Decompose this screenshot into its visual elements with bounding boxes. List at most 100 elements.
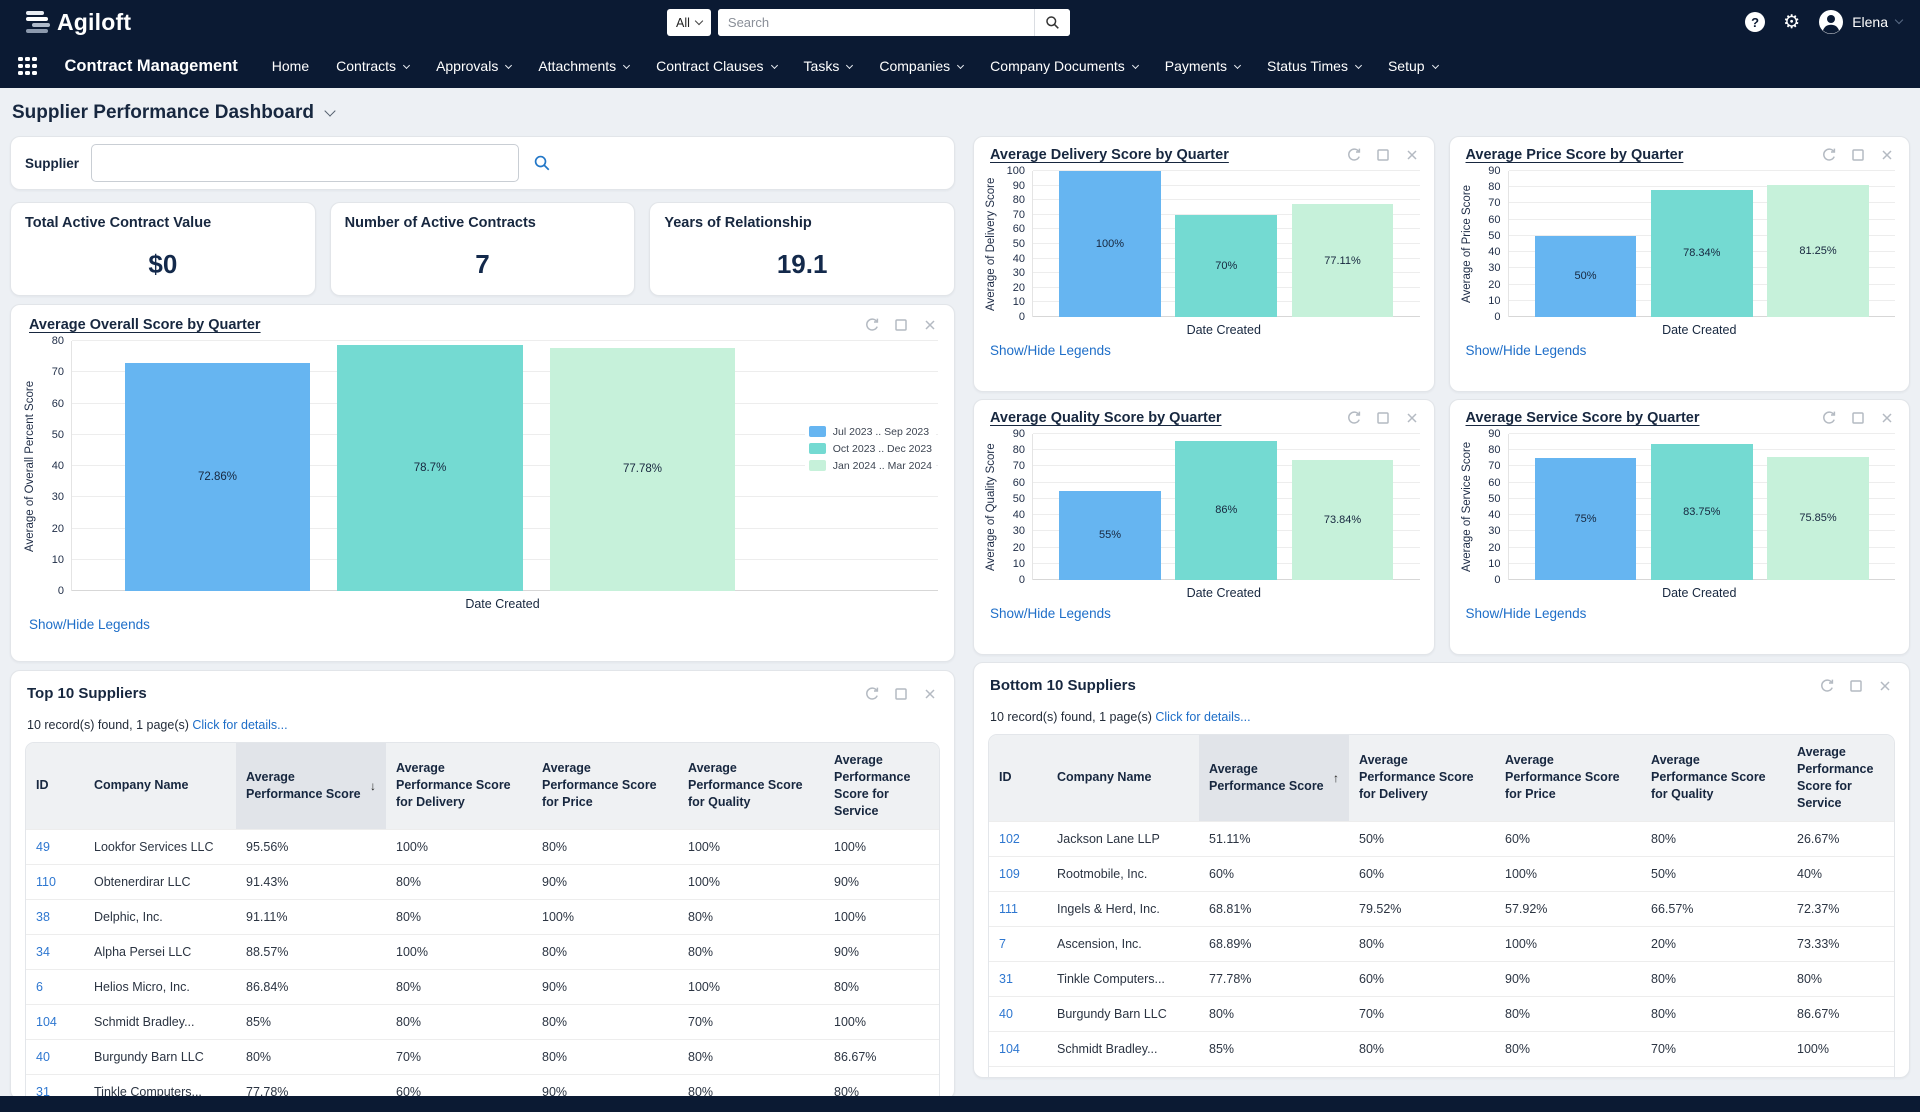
nav-item-attachments[interactable]: Attachments (538, 58, 629, 74)
nav-item-companies[interactable]: Companies (879, 58, 963, 74)
app-grid-icon[interactable] (18, 57, 37, 76)
refresh-icon[interactable] (864, 686, 880, 702)
close-icon[interactable] (1879, 410, 1895, 426)
table-row[interactable]: 49Lookfor Services LLC95.56%100%80%100%1… (26, 829, 939, 864)
refresh-icon[interactable] (1346, 410, 1362, 426)
show-hide-legends-link[interactable]: Show/Hide Legends (29, 617, 150, 632)
refresh-icon[interactable] (1346, 147, 1362, 163)
user-menu[interactable]: Elena (1818, 9, 1902, 35)
refresh-icon[interactable] (1821, 147, 1837, 163)
help-icon[interactable]: ? (1745, 12, 1765, 32)
bar-jul-2023-sep-2023[interactable]: 100% (1059, 171, 1161, 317)
row-id-link[interactable]: 102 (989, 822, 1047, 856)
legend-item[interactable]: Oct 2023 .. Dec 2023 (809, 443, 932, 455)
column-header-3[interactable]: Average Performance Score for Delivery (386, 743, 532, 829)
bar-oct-2023-dec-2023[interactable]: 78.7% (337, 345, 523, 591)
click-for-details-link[interactable]: Click for details... (1155, 710, 1250, 724)
row-id-link[interactable]: 104 (989, 1032, 1047, 1066)
supplier-search-button[interactable] (533, 154, 551, 172)
search-input[interactable] (718, 9, 1034, 36)
column-header-1[interactable]: Company Name (1047, 735, 1199, 821)
close-icon[interactable] (1404, 147, 1420, 163)
bar-jan-2024-mar-2024[interactable]: 77.11% (1292, 204, 1394, 317)
row-id-link[interactable]: 38 (26, 900, 84, 934)
supplier-filter-input[interactable] (91, 144, 519, 182)
row-id-link[interactable]: 110 (26, 865, 84, 899)
table-row[interactable]: 31Tinkle Computers...77.78%60%90%80%80% (989, 961, 1894, 996)
column-header-0[interactable]: ID (26, 743, 84, 829)
nav-item-setup[interactable]: Setup (1388, 58, 1438, 74)
bar-jul-2023-sep-2023[interactable]: 72.86% (125, 363, 311, 591)
nav-item-approvals[interactable]: Approvals (436, 58, 511, 74)
table-row[interactable]: 7Ascension, Inc.68.89%80%100%20%73.33% (989, 926, 1894, 961)
show-hide-legends-link[interactable]: Show/Hide Legends (1466, 606, 1587, 621)
search-button[interactable] (1034, 9, 1070, 36)
row-id-link[interactable]: 34 (26, 935, 84, 969)
bar-oct-2023-dec-2023[interactable]: 86% (1175, 441, 1277, 581)
maximize-icon[interactable] (893, 317, 909, 333)
bar-jan-2024-mar-2024[interactable]: 75.85% (1767, 457, 1869, 580)
refresh-icon[interactable] (1821, 410, 1837, 426)
row-id-link[interactable]: 49 (26, 830, 84, 864)
table-row[interactable]: 111Ingels & Herd, Inc.68.81%79.52%57.92%… (989, 891, 1894, 926)
table-row[interactable]: 102Jackson Lane LLP51.11%50%60%80%26.67% (989, 821, 1894, 856)
nav-item-tasks[interactable]: Tasks (804, 58, 853, 74)
search-scope-select[interactable]: All (667, 9, 711, 36)
column-header-3[interactable]: Average Performance Score for Delivery (1349, 735, 1495, 821)
table-row[interactable]: 6Helios Micro, Inc.86.84%80%90%100%80% (26, 969, 939, 1004)
row-id-link[interactable]: 40 (26, 1040, 84, 1074)
bar-jul-2023-sep-2023[interactable]: 75% (1535, 458, 1637, 580)
column-header-5[interactable]: Average Performance Score for Quality (1641, 735, 1787, 821)
show-hide-legends-link[interactable]: Show/Hide Legends (990, 343, 1111, 358)
maximize-icon[interactable] (1850, 410, 1866, 426)
table-row[interactable]: 104Schmidt Bradley...85%80%80%70%100% (989, 1031, 1894, 1066)
click-for-details-link[interactable]: Click for details... (192, 718, 287, 732)
column-header-6[interactable]: Average Performance Score for Service (1787, 735, 1894, 821)
bar-jan-2024-mar-2024[interactable]: 73.84% (1292, 460, 1394, 580)
refresh-icon[interactable] (1819, 678, 1835, 694)
row-id-link[interactable]: 6 (989, 1067, 1047, 1079)
row-id-link[interactable]: 7 (989, 927, 1047, 961)
show-hide-legends-link[interactable]: Show/Hide Legends (990, 606, 1111, 621)
table-row[interactable]: 109Rootmobile, Inc.60%60%100%50%40% (989, 856, 1894, 891)
row-id-link[interactable]: 111 (989, 892, 1047, 926)
bar-oct-2023-dec-2023[interactable]: 78.34% (1651, 190, 1753, 317)
maximize-icon[interactable] (1375, 410, 1391, 426)
page-title-chevron-icon[interactable] (324, 105, 335, 116)
table-row[interactable]: 38Delphic, Inc.91.11%80%100%80%100% (26, 899, 939, 934)
bar-jul-2023-sep-2023[interactable]: 55% (1059, 491, 1161, 580)
gear-icon[interactable]: ⚙ (1783, 13, 1800, 32)
refresh-icon[interactable] (864, 317, 880, 333)
bar-oct-2023-dec-2023[interactable]: 83.75% (1651, 444, 1753, 580)
maximize-icon[interactable] (893, 686, 909, 702)
close-icon[interactable] (1877, 678, 1893, 694)
table-row[interactable]: 104Schmidt Bradley...85%80%80%70%100% (26, 1004, 939, 1039)
maximize-icon[interactable] (1850, 147, 1866, 163)
table-row[interactable]: 34Alpha Persei LLC88.57%100%80%80%90% (26, 934, 939, 969)
column-header-0[interactable]: ID (989, 735, 1047, 821)
table-row[interactable]: 6Helios Micro, Inc.86.84%80%90%100%80% (989, 1066, 1894, 1079)
column-header-2[interactable]: Average Performance Score↑ (1199, 735, 1349, 821)
close-icon[interactable] (922, 317, 938, 333)
bar-jan-2024-mar-2024[interactable]: 77.78% (550, 348, 736, 591)
column-header-5[interactable]: Average Performance Score for Quality (678, 743, 824, 829)
bar-oct-2023-dec-2023[interactable]: 70% (1175, 215, 1277, 317)
bar-jul-2023-sep-2023[interactable]: 50% (1535, 236, 1637, 317)
column-header-1[interactable]: Company Name (84, 743, 236, 829)
column-header-4[interactable]: Average Performance Score for Price (1495, 735, 1641, 821)
table-row[interactable]: 40Burgundy Barn LLC80%70%80%80%86.67% (26, 1039, 939, 1074)
nav-item-status-times[interactable]: Status Times (1267, 58, 1361, 74)
agiloft-logo[interactable]: Agiloft (26, 9, 131, 36)
nav-item-home[interactable]: Home (272, 58, 309, 74)
column-header-2[interactable]: Average Performance Score↓ (236, 743, 386, 829)
close-icon[interactable] (922, 686, 938, 702)
nav-item-payments[interactable]: Payments (1165, 58, 1240, 74)
show-hide-legends-link[interactable]: Show/Hide Legends (1466, 343, 1587, 358)
row-id-link[interactable]: 109 (989, 857, 1047, 891)
row-id-link[interactable]: 6 (26, 970, 84, 1004)
column-header-4[interactable]: Average Performance Score for Price (532, 743, 678, 829)
nav-item-company-documents[interactable]: Company Documents (990, 58, 1138, 74)
maximize-icon[interactable] (1848, 678, 1864, 694)
close-icon[interactable] (1404, 410, 1420, 426)
nav-item-contract-clauses[interactable]: Contract Clauses (656, 58, 776, 74)
